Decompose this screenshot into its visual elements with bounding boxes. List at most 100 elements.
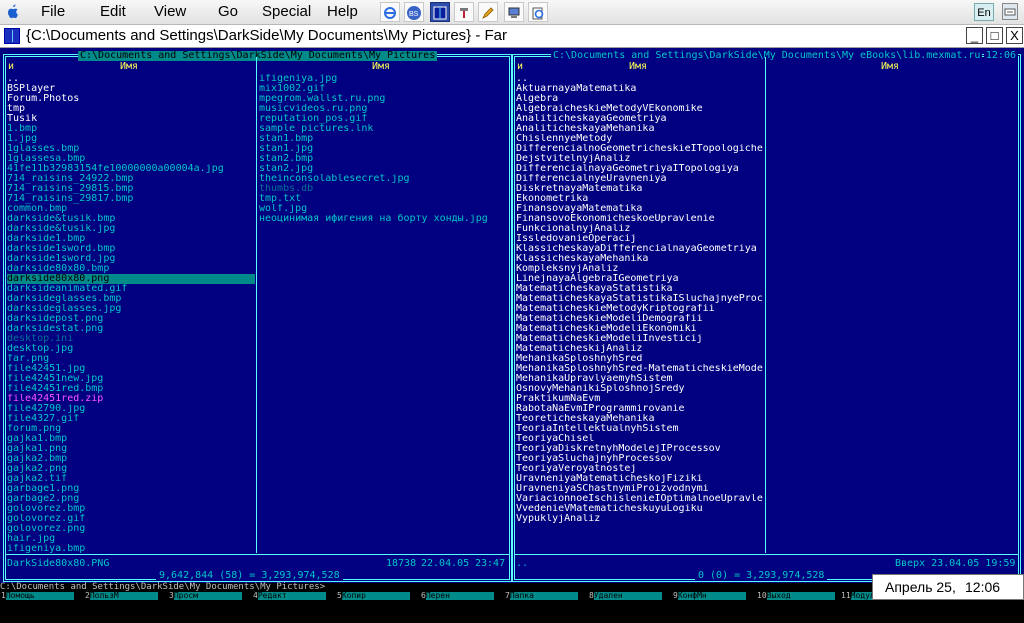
file-item[interactable]: 714_raisins_29815.bmp [7,184,255,194]
folder-item[interactable]: MatematicheskieModeliEkonomiki [516,324,764,334]
parent-dir-item[interactable]: .. [7,74,255,84]
file-item[interactable]: darkside&tusik.jpg [7,224,255,234]
fkey-2[interactable]: 2ПользМ [85,592,158,600]
fkey-1[interactable]: 1Помощь [1,592,74,600]
menu-special[interactable]: Special [262,3,311,21]
bs-player-icon[interactable]: BS [404,2,424,22]
file-item[interactable]: darkside&tusik.bmp [7,214,255,224]
folder-item[interactable]: MatematicheskieModeliInvesticij [516,334,764,344]
folder-item[interactable]: TeoriaIntellektualnyhSistem [516,424,764,434]
folder-item[interactable]: TeoriyaVeroyatnostej [516,464,764,474]
folder-item[interactable]: FunkcionalnyjAnaliz [516,224,764,234]
folder-item[interactable]: BSPlayer [7,84,255,94]
tools-icon[interactable] [454,2,474,22]
file-item[interactable]: garbage2.png [7,494,255,504]
folder-item[interactable]: PraktikumNaEvm [516,394,764,404]
folder-item[interactable]: KompleksnyjAnaliz [516,264,764,274]
system-clock[interactable]: Апрель 25, 12:06 pm [872,574,1024,619]
menu-edit[interactable]: Edit [100,3,126,21]
file-item[interactable]: stan1.bmp [259,134,509,144]
file-item[interactable]: stan2.bmp [259,154,509,164]
file-item[interactable]: reputation_pos.gif [259,114,509,124]
file-item[interactable]: 1.jpg [7,134,255,144]
computer-icon[interactable] [504,2,524,22]
file-item[interactable]: gajka1.bmp [7,434,255,444]
ie2-icon[interactable] [528,2,548,22]
file-item[interactable]: 714_raisins_29817.bmp [7,194,255,204]
file-item[interactable]: darksideanimated.gif [7,284,255,294]
folder-item[interactable]: TeoriyaChisel [516,434,764,444]
file-item[interactable]: 41fe11b32983154fe10000000a00004a.jpg [7,164,255,174]
file-item[interactable]: 1.bmp [7,124,255,134]
menu-view[interactable]: View [154,3,186,21]
file-item[interactable]: sample pictures.lnk [259,124,509,134]
far-manager-icon[interactable] [430,2,450,22]
file-item[interactable]: file4327.gif [7,414,255,424]
folder-item[interactable]: TeoreticheskayaMehanika [516,414,764,424]
folder-item[interactable]: TeoriyaSluchajnyhProcessov [516,454,764,464]
fkey-10[interactable]: 10Выход [757,592,835,600]
file-item[interactable]: gajka1.png [7,444,255,454]
file-item[interactable]: hair.jpg [7,534,255,544]
file-item[interactable]: common.bmp [7,204,255,214]
folder-item[interactable]: AnaliticheskayaMehanika [516,124,764,134]
file-item[interactable]: file42790.jpg [7,404,255,414]
left-panel[interactable]: C:\Documents and Settings\DarkSide\My Do… [3,51,512,582]
folder-item[interactable]: MatematicheskieMetodyKriptografii [516,304,764,314]
folder-item[interactable]: AlgebraicheskieMetodyVEkonomike [516,104,764,114]
file-item[interactable]: golovorez.png [7,524,255,534]
file-item[interactable]: thumbs.db [259,184,509,194]
pencil-icon[interactable] [478,2,498,22]
file-item[interactable]: mix1002.gif [259,84,509,94]
file-item[interactable]: file42451red.bmp [7,384,255,394]
close-button[interactable]: X [1006,27,1023,44]
menu-go[interactable]: Go [218,3,238,21]
file-item[interactable]: golovorez.gif [7,514,255,524]
folder-item[interactable]: MatematicheskijAnaliz [516,344,764,354]
right-panel[interactable]: C:\Documents and Settings\DarkSide\My Do… [512,51,1021,582]
file-item[interactable]: desktop.ini [7,334,255,344]
file-item[interactable]: far.png [7,354,255,364]
right-panel-path[interactable]: C:\Documents and Settings\DarkSide\My Do… [551,51,983,61]
file-item[interactable]: desktop.jpg [7,344,255,354]
maximize-button[interactable]: □ [986,27,1003,44]
folder-item[interactable]: RabotaNaEvmIProgrammirovanie [516,404,764,414]
file-item[interactable]: gajka2.tif [7,474,255,484]
folder-item[interactable]: VvedenieVMatematicheskuyuLogiku [516,504,764,514]
file-item[interactable]: darkside1.bmp [7,234,255,244]
file-item[interactable]: garbage1.png [7,484,255,494]
file-item[interactable]: file42451.jpg [7,364,255,374]
file-item[interactable]: file42451new.jpg [7,374,255,384]
folder-item[interactable]: tmp [7,104,255,114]
folder-item[interactable]: KlassicheskayaDifferencialnayaGeometriya [516,244,764,254]
fkey-8[interactable]: 8Удален [589,592,662,600]
folder-item[interactable]: OsnovyMehanikiSploshnojSredy [516,384,764,394]
file-item[interactable]: theinconsolablesecret.jpg [259,174,509,184]
folder-item[interactable]: AktuarnayaMatematika [516,84,764,94]
folder-item[interactable]: LinejnayaAlgebraIGeometriya [516,274,764,284]
file-item[interactable]: stan2.jpg [259,164,509,174]
menu-file[interactable]: File [41,3,65,21]
fkey-3[interactable]: 3Просм [169,592,242,600]
file-item[interactable]: 714_raisins_24922.bmp [7,174,255,184]
folder-item[interactable]: AnaliticheskayaGeometriya [516,114,764,124]
folder-item[interactable]: DiskretnayaMatematika [516,184,764,194]
folder-item[interactable]: ChislennyeMetody [516,134,764,144]
file-item[interactable]: 1glassesa.bmp [7,154,255,164]
right-col1-header[interactable]: Имя [629,62,647,72]
folder-item[interactable]: VypuklyjAnaliz [516,514,764,524]
file-item[interactable]: tmp.txt [259,194,509,204]
file-item[interactable]: gajka2.bmp [7,454,255,464]
file-item[interactable]: darksideglasses.bmp [7,294,255,304]
file-item[interactable]: ifigeniya.bmp [7,544,255,554]
left-col2-header[interactable]: Имя [372,62,390,72]
file-item[interactable]: ifigeniya.jpg [259,74,509,84]
file-item[interactable]: darksidepost.png [7,314,255,324]
folder-item[interactable]: Tusik [7,114,255,124]
file-item[interactable]: stan1.jpg [259,144,509,154]
folder-item[interactable]: UravneniyaSChastnymiProizvodnymi [516,484,764,494]
apple-icon[interactable] [6,4,20,20]
file-item[interactable]: darksidestat.png [7,324,255,334]
folder-item[interactable]: MehanikaUpravlyaemyhSistem [516,374,764,384]
file-item[interactable]: darkside1sword.bmp [7,244,255,254]
